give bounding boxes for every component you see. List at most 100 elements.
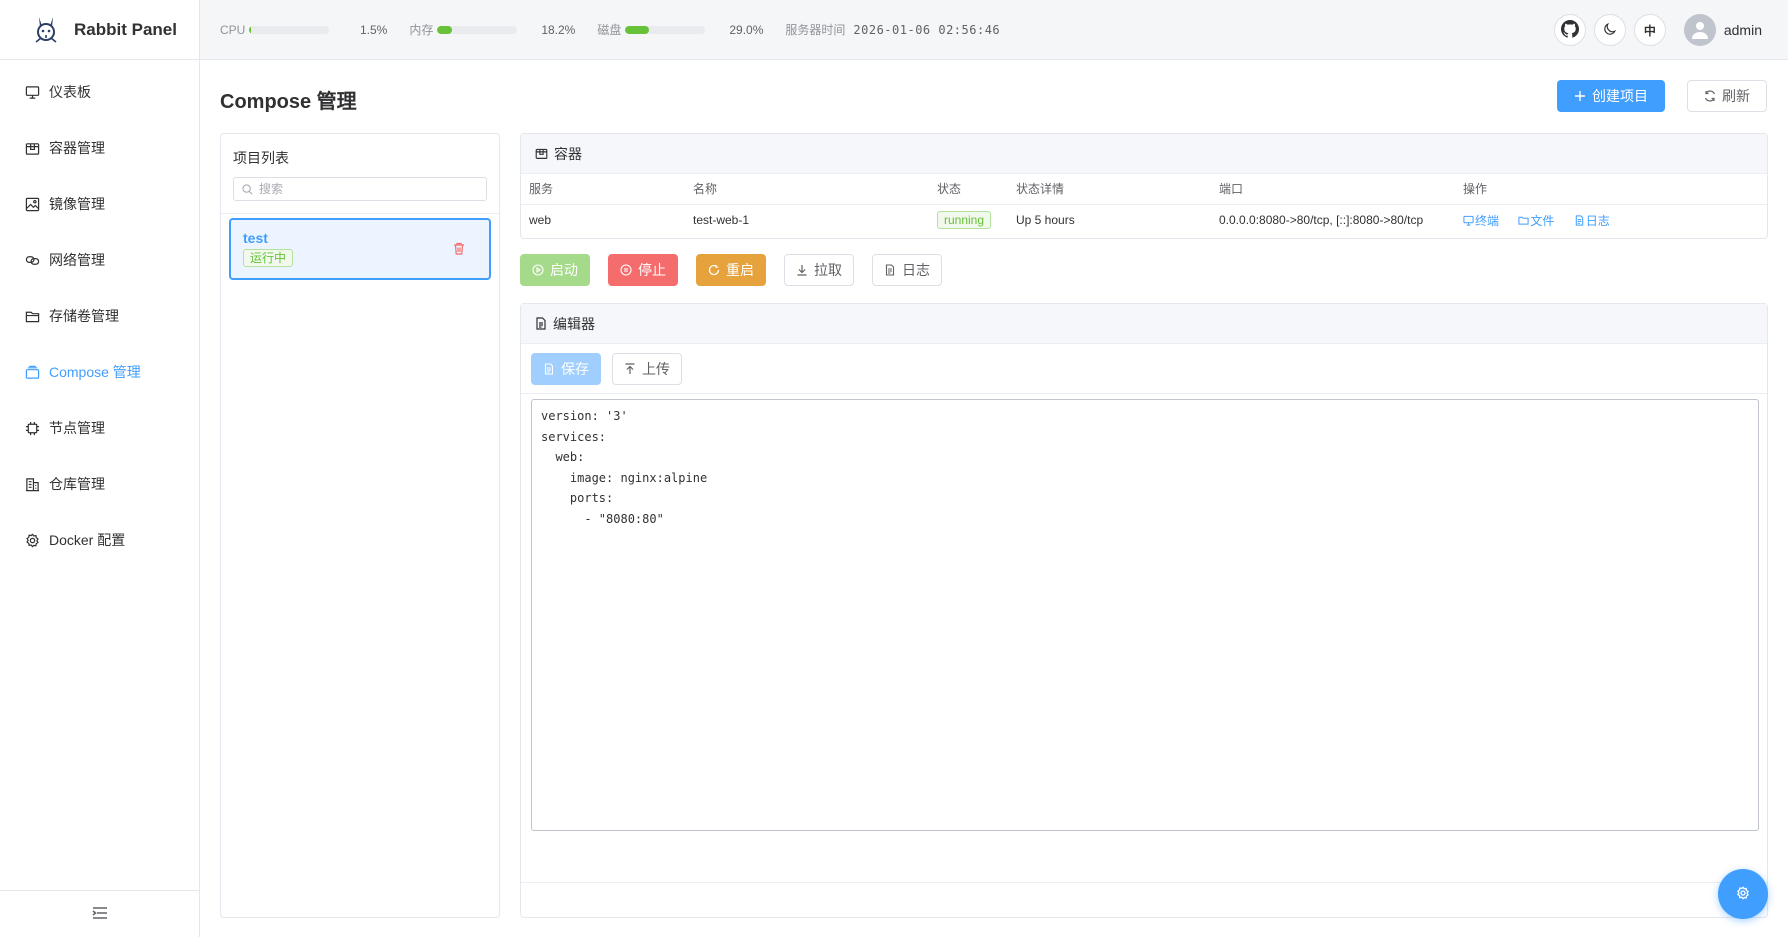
disk-progress-fill bbox=[625, 25, 649, 34]
refresh-label: 刷新 bbox=[1722, 88, 1750, 104]
stack-icon bbox=[24, 364, 40, 380]
box-icon bbox=[535, 148, 548, 159]
sidebar-collapse-toggle[interactable] bbox=[0, 890, 199, 937]
divider bbox=[521, 882, 1767, 883]
disk-stat: 磁盘 29.0% bbox=[597, 21, 763, 38]
refresh-icon bbox=[1704, 90, 1716, 102]
sidebar-item-label: 节点管理 bbox=[49, 420, 105, 436]
project-list-panel: 项目列表 test 运行中 bbox=[220, 133, 500, 918]
column-header: 操作 bbox=[1455, 174, 1767, 205]
cell-ports: 0.0.0.0:8080->80/tcp, [::]:8080->80/tcp bbox=[1219, 213, 1424, 228]
plus-icon bbox=[1575, 91, 1585, 101]
restart-button[interactable]: 重启 bbox=[696, 254, 766, 286]
containers-title: 容器 bbox=[554, 145, 582, 162]
logs-link[interactable]: 日志 bbox=[1574, 212, 1610, 229]
header-actions: 中 admin bbox=[1546, 0, 1762, 60]
logo[interactable]: Rabbit Panel bbox=[0, 0, 199, 60]
cell-ops: 终端 文件 日志 bbox=[1455, 204, 1767, 236]
settings-fab[interactable] bbox=[1718, 869, 1768, 919]
table-header-row: 服务 名称 状态 状态详情 端口 操作 bbox=[521, 174, 1767, 205]
files-label: 文件 bbox=[1530, 213, 1555, 228]
memory-stat: 内存 18.2% bbox=[409, 21, 575, 38]
pause-circle-icon bbox=[620, 264, 632, 276]
compose-code-editor[interactable]: version: '3' services: web: image: nginx… bbox=[531, 399, 1759, 831]
document-icon bbox=[885, 264, 895, 276]
document-icon bbox=[544, 362, 554, 375]
editor-panel-header: 编辑器 bbox=[521, 304, 1767, 344]
logs-button[interactable]: 日志 bbox=[872, 254, 942, 286]
stat-value: 29.0% bbox=[729, 22, 764, 37]
search-icon bbox=[242, 183, 253, 194]
github-icon bbox=[1560, 19, 1579, 41]
menu-fold-icon bbox=[92, 906, 108, 923]
cell-service: web bbox=[529, 213, 552, 228]
column-header: 端口 bbox=[1211, 174, 1455, 205]
stat-label: CPU bbox=[220, 22, 246, 37]
sidebar-item-networks[interactable]: 网络管理 bbox=[0, 232, 199, 288]
status-badge: running bbox=[937, 211, 992, 230]
stat-value: 18.2% bbox=[541, 22, 576, 37]
sidebar-nav: 仪表板 容器管理 镜像管理 网络管理 存储卷管理 Compose 管理 节点管理 bbox=[0, 60, 199, 568]
project-list-title: 项目列表 bbox=[233, 150, 289, 166]
user-icon bbox=[1689, 18, 1711, 43]
play-circle-icon bbox=[532, 264, 544, 276]
delete-icon[interactable] bbox=[453, 242, 467, 256]
start-button[interactable]: 启动 bbox=[520, 254, 590, 286]
main-content: Compose 管理 创建项目 刷新 项目列表 test 运行中 容器 bbox=[200, 61, 1788, 937]
page-title: Compose 管理 bbox=[220, 91, 357, 113]
upload-button[interactable]: 上传 bbox=[612, 352, 682, 385]
sidebar-item-dashboard[interactable]: 仪表板 bbox=[0, 64, 199, 120]
project-status-badge: 运行中 bbox=[243, 249, 294, 267]
stop-label: 停止 bbox=[638, 262, 666, 278]
cpu-progress-bar bbox=[249, 25, 330, 34]
pull-button[interactable]: 拉取 bbox=[784, 254, 854, 286]
stat-value: 1.5% bbox=[359, 22, 388, 37]
cell-name: test-web-1 bbox=[693, 213, 750, 228]
cpu-stat: CPU 1.5% bbox=[220, 23, 387, 37]
files-link[interactable]: 文件 bbox=[1518, 212, 1554, 229]
sidebar-item-compose[interactable]: Compose 管理 bbox=[0, 344, 199, 400]
username[interactable]: admin bbox=[1724, 22, 1762, 38]
sidebar-item-images[interactable]: 镜像管理 bbox=[0, 176, 199, 232]
project-item-test[interactable]: test 运行中 bbox=[229, 218, 491, 280]
sidebar-item-label: 仓库管理 bbox=[49, 476, 105, 492]
box-icon bbox=[24, 140, 40, 156]
theme-toggle-button[interactable] bbox=[1593, 14, 1626, 46]
search-input[interactable] bbox=[259, 182, 479, 196]
save-label: 保存 bbox=[561, 360, 589, 377]
sidebar-item-containers[interactable]: 容器管理 bbox=[0, 120, 199, 176]
sidebar-item-registries[interactable]: 仓库管理 bbox=[0, 456, 199, 512]
project-search[interactable] bbox=[233, 177, 487, 201]
disk-progress-bar bbox=[625, 25, 706, 34]
logs-label: 日志 bbox=[1585, 213, 1610, 228]
stat-label: 内存 bbox=[409, 23, 434, 37]
avatar[interactable] bbox=[1683, 14, 1716, 46]
refresh-button[interactable]: 刷新 bbox=[1687, 80, 1767, 112]
containers-panel: 容器 服务 名称 状态 状态详情 端口 操作 web test-web-1 ru… bbox=[520, 133, 1768, 239]
create-project-button[interactable]: 创建项目 bbox=[1557, 80, 1665, 112]
terminal-link[interactable]: 终端 bbox=[1463, 212, 1499, 229]
upload-label: 上传 bbox=[642, 360, 670, 377]
memory-progress-bar bbox=[437, 25, 518, 34]
save-button[interactable]: 保存 bbox=[531, 352, 601, 385]
sidebar-item-nodes[interactable]: 节点管理 bbox=[0, 400, 199, 456]
sidebar-item-docker-config[interactable]: Docker 配置 bbox=[0, 512, 199, 568]
cell-state: running bbox=[929, 204, 1008, 236]
server-time: 2026-01-06 02:56:46 bbox=[853, 22, 1001, 37]
terminal-icon bbox=[1463, 215, 1474, 226]
refresh-icon bbox=[708, 265, 720, 276]
column-header: 名称 bbox=[685, 174, 929, 205]
github-button[interactable] bbox=[1553, 14, 1586, 46]
column-header: 服务 bbox=[521, 174, 685, 205]
pull-label: 拉取 bbox=[814, 262, 842, 278]
sidebar-item-volumes[interactable]: 存储卷管理 bbox=[0, 288, 199, 344]
stat-label: 磁盘 bbox=[597, 23, 622, 37]
language-button[interactable]: 中 bbox=[1633, 14, 1666, 46]
compose-actions: 启动 停止 重启 拉取 日志 bbox=[520, 254, 960, 286]
document-icon bbox=[536, 317, 546, 330]
stop-button[interactable]: 停止 bbox=[608, 254, 678, 286]
editor-toolbar: 保存 上传 bbox=[521, 344, 1767, 394]
sidebar-item-label: 镜像管理 bbox=[49, 196, 105, 212]
sidebar-item-label: 网络管理 bbox=[49, 252, 105, 268]
column-header: 状态 bbox=[929, 174, 1008, 205]
